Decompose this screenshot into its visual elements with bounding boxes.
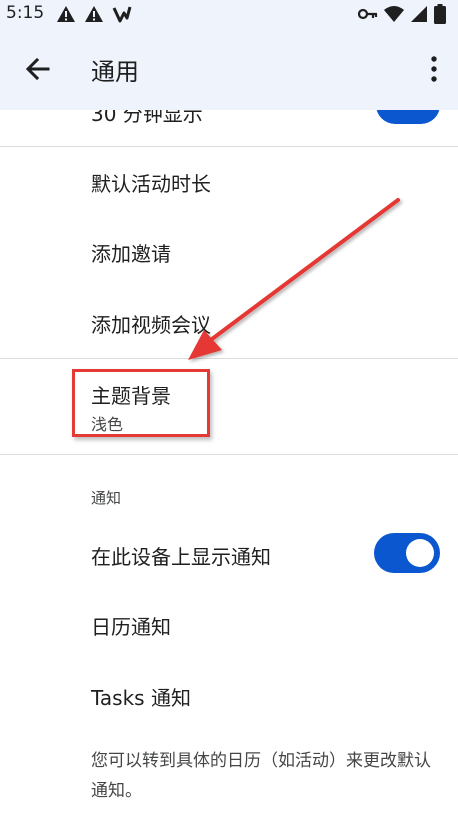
setting-tasks-notifications[interactable]: Tasks 通知 bbox=[91, 682, 191, 711]
notifications-footnote: 您可以转到具体的日历（如活动）来更改默认通知。 bbox=[91, 751, 431, 801]
arrow-back-icon[interactable] bbox=[22, 53, 54, 85]
setting-calendar-notifications[interactable]: 日历通知 bbox=[91, 611, 171, 640]
network-icon bbox=[112, 6, 132, 23]
setting-show-notifications-toggle[interactable] bbox=[374, 533, 440, 573]
wifi-icon bbox=[384, 6, 404, 22]
divider bbox=[0, 454, 458, 455]
setting-add-invitation[interactable]: 添加邀请 bbox=[91, 238, 171, 267]
battery-icon bbox=[434, 4, 446, 24]
status-left-icons bbox=[56, 4, 132, 24]
divider bbox=[0, 146, 458, 147]
status-right-icons bbox=[358, 4, 446, 24]
annotation-arrow-icon bbox=[188, 198, 400, 360]
signal-icon bbox=[411, 6, 427, 22]
warning-icon bbox=[85, 6, 103, 22]
page-title: 通用 bbox=[91, 58, 139, 86]
section-title-notifications: 通知 bbox=[91, 489, 122, 507]
app-bar: 通用 bbox=[0, 28, 458, 110]
more-vert-icon[interactable] bbox=[426, 54, 442, 84]
status-time: 5:15 bbox=[6, 3, 45, 23]
setting-show-notifications-label[interactable]: 在此设备上显示通知 bbox=[91, 541, 271, 570]
warning-icon bbox=[57, 6, 75, 22]
toggle-knob bbox=[406, 539, 434, 567]
vpn-key-icon bbox=[358, 8, 378, 20]
status-bar: 5:15 bbox=[0, 0, 458, 28]
